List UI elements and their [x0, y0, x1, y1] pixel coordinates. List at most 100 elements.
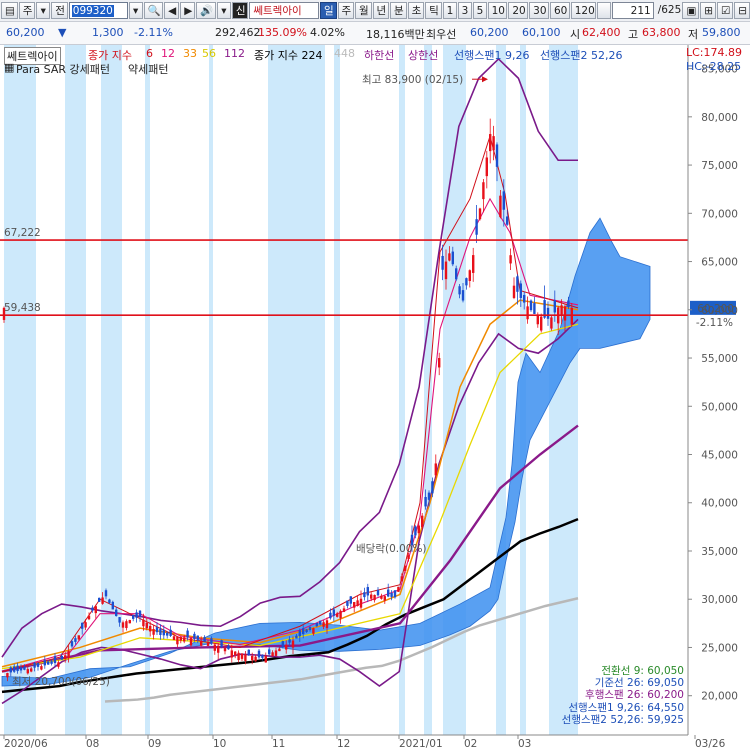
x-tick-label: 10 — [213, 738, 226, 750]
settings-icon[interactable]: ▣ — [682, 2, 700, 19]
candle-body — [370, 594, 373, 599]
period-tab-tick[interactable]: 틱 — [425, 2, 442, 19]
prev-stock-icon[interactable]: ◀ — [164, 2, 180, 19]
legend-ma224: 종가 지수 224 — [254, 49, 323, 62]
candle-body — [451, 251, 454, 265]
interval-button-5[interactable]: 5 — [472, 2, 487, 19]
candle-body — [455, 268, 458, 280]
x-tick-label: 11 — [272, 738, 285, 750]
candle-body — [380, 595, 383, 599]
next-stock-icon[interactable]: ▶ — [180, 2, 196, 19]
candle-body — [132, 614, 135, 619]
candle-body — [322, 622, 325, 627]
candle-body — [448, 253, 451, 261]
candle-body — [489, 134, 492, 152]
candle-body — [308, 627, 312, 631]
interval-button-120[interactable]: 120 — [570, 2, 597, 19]
high-label: 고 — [628, 28, 639, 41]
sar-band-2 — [101, 45, 122, 735]
candle-body — [285, 644, 288, 650]
interval-button-60[interactable]: 60 — [549, 2, 570, 19]
candle-body — [302, 628, 305, 635]
candle-body — [70, 641, 74, 647]
hline-top-label: 67,222 — [4, 227, 41, 239]
period-tab-minute[interactable]: 분 — [390, 2, 407, 19]
price-chart[interactable]: 67,22259,438 60,200-2.11% 20,00025,00030,… — [0, 45, 750, 750]
interval-button-1[interactable]: 1 — [442, 2, 457, 19]
turnover-rate: 4.02% — [310, 26, 345, 39]
candle-body — [359, 598, 363, 608]
candle-body — [189, 638, 193, 646]
candle-body — [404, 565, 407, 571]
candle-body — [230, 650, 233, 658]
y-tick-label: 45,000 — [701, 450, 738, 462]
market-type-select[interactable]: 주 — [18, 2, 36, 19]
interval-button-30[interactable]: 30 — [529, 2, 549, 19]
interval-button-20[interactable]: 20 — [508, 2, 529, 19]
candle-body — [145, 622, 148, 629]
candle-body — [223, 648, 227, 652]
legend-sar-weak: 약세패턴 — [128, 63, 169, 76]
candle-body — [288, 639, 291, 643]
hline-bottom-label: 59,438 — [4, 302, 41, 314]
candle-body — [176, 636, 179, 645]
candle-body — [162, 629, 165, 636]
candle-body — [16, 665, 19, 672]
stock-chart-window: ▤ 주 ▾ 전 099320 ▾ 🔍 ◀ ▶ 🔊 ▾ 신 쎄트렉아이 일 주 월… — [0, 0, 750, 750]
period-tab-year[interactable]: 년 — [372, 2, 390, 19]
candle-body — [254, 656, 257, 662]
period-tab-month[interactable]: 월 — [355, 2, 372, 19]
candle-body — [523, 294, 526, 303]
high-annotation: 최고 83,900 (02/15) — [362, 74, 463, 86]
candle-body — [104, 590, 108, 597]
search-icon[interactable]: 🔍 — [143, 2, 164, 19]
candle-body — [251, 655, 254, 661]
candle-body — [570, 307, 573, 325]
period-tab-day[interactable]: 일 — [319, 2, 337, 19]
x-tick-label: 02 — [464, 738, 477, 750]
candle-body — [111, 601, 114, 610]
y-tick-label: 35,000 — [701, 546, 738, 558]
interval-button-10[interactable]: 10 — [487, 2, 508, 19]
candle-body — [560, 305, 563, 315]
x-tick-label: 03 — [518, 738, 531, 750]
candle-body — [91, 607, 94, 611]
stock-code-dropdown-icon[interactable]: ▾ — [128, 2, 143, 19]
stock-name-field[interactable]: 쎄트렉아이 — [249, 2, 319, 19]
period-tab-second[interactable]: 초 — [407, 2, 425, 19]
candle-body — [529, 300, 533, 311]
candle-body — [478, 208, 482, 220]
sound-icon[interactable]: 🔊 — [196, 2, 216, 19]
candle-body — [319, 620, 322, 625]
list-menu-button[interactable]: ▤ — [1, 2, 18, 19]
candle-body — [227, 645, 230, 650]
interval-button-3[interactable]: 3 — [457, 2, 472, 19]
high-price: 63,800 — [642, 26, 681, 39]
candle-body — [186, 630, 189, 638]
candle-body — [9, 667, 12, 673]
stock-code-input[interactable]: 099320 — [68, 2, 128, 19]
display-count-input[interactable]: 211 — [612, 2, 654, 19]
candle-body — [383, 596, 386, 601]
grid-icon[interactable]: ⊞ — [700, 2, 716, 19]
candle-body — [567, 300, 570, 307]
blank-button[interactable] — [597, 2, 612, 19]
candle-body — [183, 637, 186, 642]
previous-button[interactable]: 전 — [51, 2, 68, 19]
candle-body — [108, 599, 111, 603]
x-tick-label: 2021/01 — [399, 738, 443, 750]
period-tab-week[interactable]: 주 — [337, 2, 355, 19]
candle-body — [329, 612, 332, 619]
y-tick-label: 75,000 — [701, 160, 738, 172]
checkbox-icon[interactable]: ☑ — [716, 2, 734, 19]
candle-body — [274, 650, 278, 656]
candle-body — [421, 515, 424, 528]
market-type-dropdown-icon[interactable]: ▾ — [36, 2, 51, 19]
sound-dropdown-icon[interactable]: ▾ — [216, 2, 231, 19]
candle-body — [414, 526, 417, 536]
layout-icon[interactable]: ⊟ — [734, 2, 750, 19]
candle-body — [499, 195, 502, 218]
candle-body — [118, 617, 121, 623]
candle-body — [138, 610, 142, 617]
current-price: 60,200 — [6, 26, 45, 39]
